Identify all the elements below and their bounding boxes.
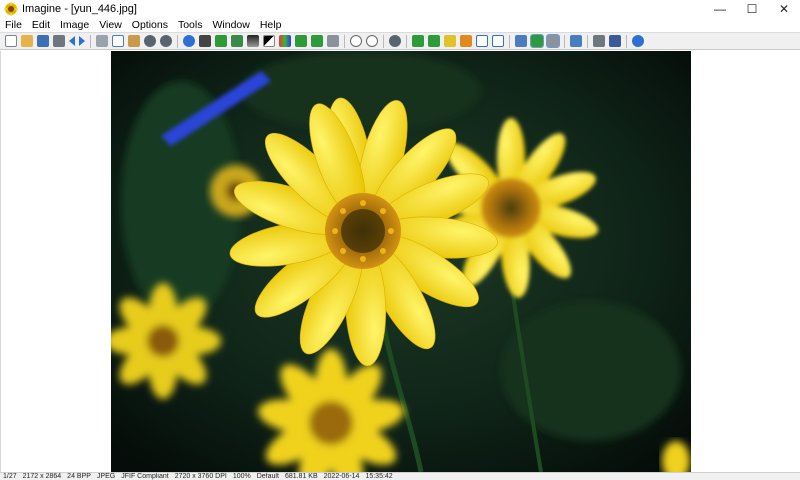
menu-tools[interactable]: Tools: [173, 19, 208, 31]
toolbar-separator: [587, 34, 588, 48]
status-date: 2022-06-14: [323, 473, 360, 480]
photo-yellow-daisies: [111, 51, 691, 472]
first-image-icon[interactable]: [412, 35, 424, 47]
status-format: JPEG: [96, 473, 116, 480]
status-bpp: 24 BPP: [67, 473, 91, 480]
toolbar-separator: [626, 34, 627, 48]
paste-icon[interactable]: [128, 35, 140, 47]
slideshow-icon[interactable]: [199, 35, 211, 47]
status-image-index: 1/27: [3, 473, 17, 480]
grayscale-icon[interactable]: [247, 35, 259, 47]
toolbar-separator: [383, 34, 384, 48]
maximize-button[interactable]: ☐: [736, 0, 768, 17]
plugins-icon[interactable]: [609, 35, 621, 47]
zoom-in-icon[interactable]: [350, 35, 362, 47]
status-profile: Default: [256, 473, 279, 480]
print-icon[interactable]: [53, 35, 65, 47]
menu-window[interactable]: Window: [207, 19, 254, 31]
app-icon: [4, 1, 18, 16]
toolbar-separator: [177, 34, 178, 48]
toolbar-separator: [90, 34, 91, 48]
toolbar-separator: [406, 34, 407, 48]
fit-window-icon[interactable]: [460, 35, 472, 47]
image-canvas[interactable]: [0, 51, 800, 472]
bookmark-icon[interactable]: [444, 35, 456, 47]
menu-image[interactable]: Image: [55, 19, 94, 31]
status-zoom: 100%: [232, 473, 251, 480]
toolbar-separator: [344, 34, 345, 48]
fullscreen-icon[interactable]: [492, 35, 504, 47]
convert-icon[interactable]: [215, 35, 227, 47]
menu-help[interactable]: Help: [255, 19, 287, 31]
brightness-icon[interactable]: [263, 35, 275, 47]
color-adjust-icon[interactable]: [279, 35, 291, 47]
toolbar-separator: [564, 34, 565, 48]
actual-size-icon[interactable]: [476, 35, 488, 47]
zoom-out-icon[interactable]: [366, 35, 378, 47]
close-button[interactable]: ✕: [768, 0, 800, 17]
window-controls: — ☐ ✕: [704, 0, 800, 17]
undo-icon[interactable]: [144, 35, 156, 47]
status-time: 15:35:42: [365, 473, 393, 480]
previous-arrow-icon[interactable]: [69, 36, 75, 46]
settings-wrench-icon[interactable]: [570, 35, 582, 47]
rotate-left-icon[interactable]: [295, 35, 307, 47]
new-icon[interactable]: [5, 35, 17, 47]
about-icon[interactable]: [632, 35, 644, 47]
photo-illustration: [111, 51, 691, 472]
status-dpi: 2720 x 3760 DPI: [174, 473, 227, 480]
open-folder-icon[interactable]: [21, 35, 33, 47]
flip-icon[interactable]: [327, 35, 339, 47]
menu-file[interactable]: File: [0, 19, 27, 31]
minimize-button[interactable]: —: [704, 0, 736, 17]
menu-bar: File Edit Image View Options Tools Windo…: [0, 17, 800, 32]
monitor-icon[interactable]: [515, 35, 527, 47]
toolbar-separator: [509, 34, 510, 48]
save-icon[interactable]: [37, 35, 49, 47]
redo-icon[interactable]: [160, 35, 172, 47]
last-image-icon[interactable]: [428, 35, 440, 47]
edit-pen-icon[interactable]: [546, 34, 560, 48]
menu-options[interactable]: Options: [127, 19, 173, 31]
status-dimensions: 2172 x 2864: [22, 473, 62, 480]
toolbar: [0, 32, 800, 50]
status-bar: 1/27 2172 x 2864 24 BPP JPEG JFIF Compli…: [0, 472, 800, 480]
window-title: Imagine - [yun_446.jpg]: [22, 2, 137, 15]
menu-edit[interactable]: Edit: [27, 19, 55, 31]
copy-icon[interactable]: [112, 35, 124, 47]
info-icon[interactable]: [183, 35, 195, 47]
rotate-right-icon[interactable]: [311, 35, 323, 47]
capture-icon[interactable]: [231, 35, 243, 47]
next-arrow-icon[interactable]: [79, 36, 85, 46]
cut-icon[interactable]: [96, 35, 108, 47]
thumbnail-view-icon[interactable]: [530, 34, 544, 48]
menu-view[interactable]: View: [94, 19, 127, 31]
status-format-detail: JFIF Compliant: [121, 473, 169, 480]
status-filesize: 681.81 KB: [284, 473, 318, 480]
title-bar: Imagine - [yun_446.jpg] — ☐ ✕: [0, 0, 800, 17]
refresh-icon[interactable]: [389, 35, 401, 47]
batch-icon[interactable]: [593, 35, 605, 47]
